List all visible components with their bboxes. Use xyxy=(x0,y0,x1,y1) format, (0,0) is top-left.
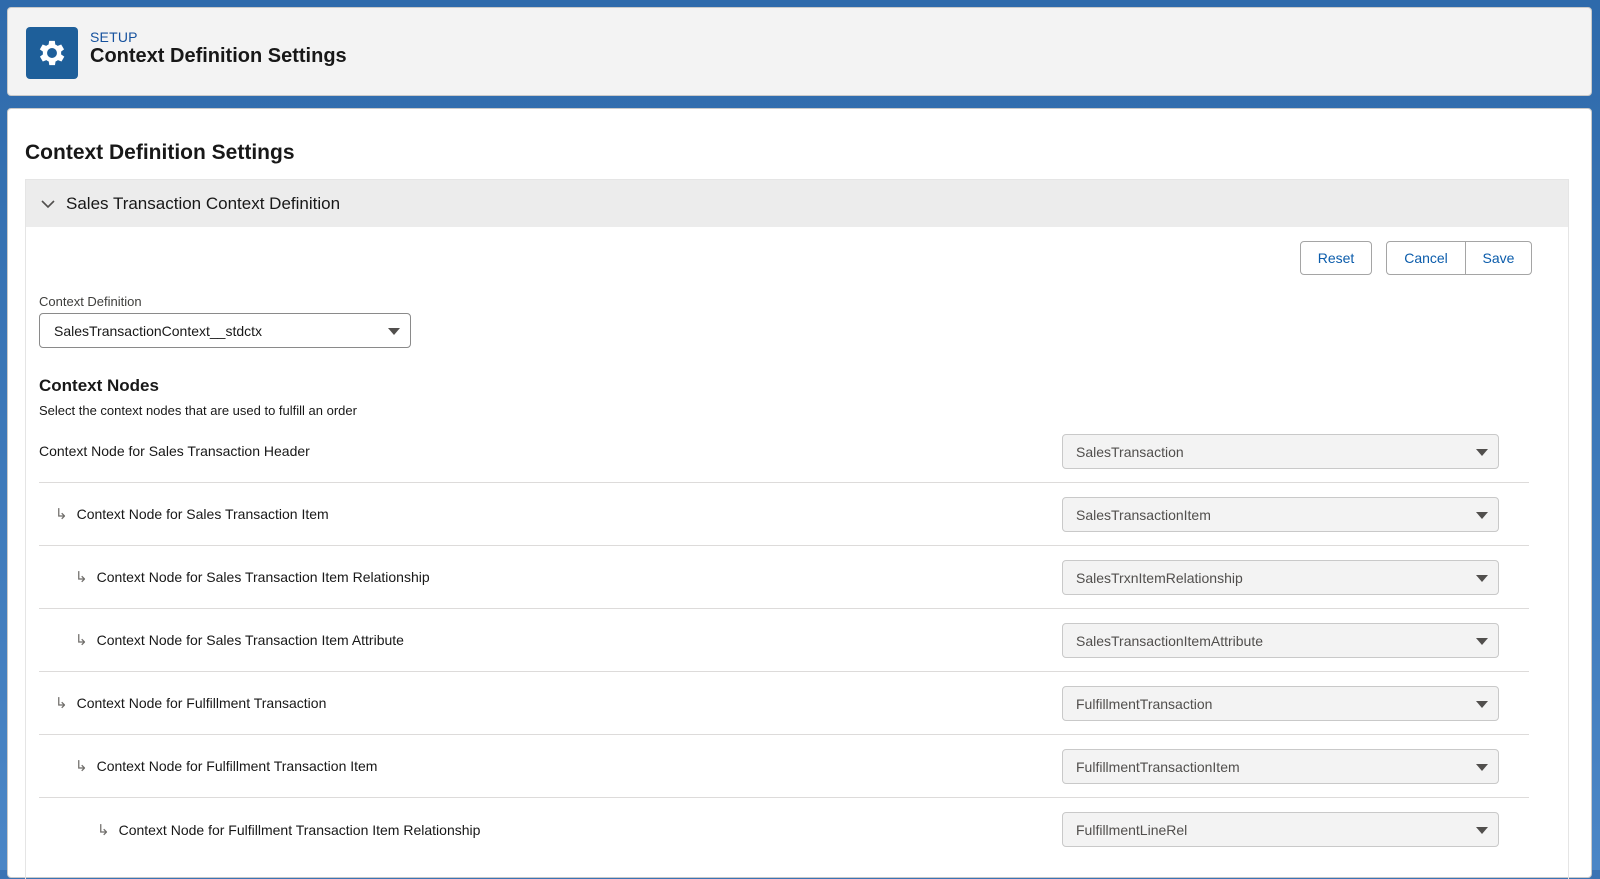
context-definition-value: SalesTransactionContext__stdctx xyxy=(54,322,263,339)
context-node-label: Context Node for Fulfillment Transaction… xyxy=(96,758,378,774)
context-node-label: Context Node for Sales Transaction Item xyxy=(76,506,329,522)
context-node-value: FulfillmentLineRel xyxy=(1076,821,1188,838)
context-node-row: ↳ Context Node for Sales Transaction Ite… xyxy=(39,609,1529,672)
context-definition-select[interactable]: SalesTransactionContext__stdctx xyxy=(39,313,411,348)
dropdown-caret-icon xyxy=(1476,637,1488,645)
child-arrow-icon: ↳ xyxy=(97,821,110,839)
page-title: Context Definition Settings xyxy=(25,141,295,164)
context-node-row: ↳ Context Node for Sales Transaction Ite… xyxy=(39,546,1529,609)
dropdown-caret-icon xyxy=(1476,700,1488,708)
child-arrow-icon: ↳ xyxy=(75,758,88,775)
child-arrow-icon: ↳ xyxy=(55,506,68,523)
context-node-select[interactable]: SalesTransactionItem xyxy=(1062,497,1499,532)
save-button[interactable]: Save xyxy=(1465,241,1532,275)
context-definition-label: Context Definition xyxy=(39,294,142,309)
context-node-label: Context Node for Sales Transaction Heade… xyxy=(39,443,310,459)
context-node-row: Context Node for Sales Transaction Heade… xyxy=(39,420,1529,483)
context-node-label: Context Node for Fulfillment Transaction… xyxy=(118,821,481,838)
context-node-select[interactable]: SalesTransactionItemAttribute xyxy=(1062,623,1499,658)
settings-panel: Context Definition Settings Sales Transa… xyxy=(7,108,1592,879)
gear-icon xyxy=(26,27,78,79)
context-nodes-title: Context Nodes xyxy=(39,376,159,395)
cancel-button[interactable]: Cancel xyxy=(1386,241,1466,275)
context-definition-section: Sales Transaction Context Definition Res… xyxy=(25,179,1569,879)
context-node-label: Context Node for Sales Transaction Item … xyxy=(96,569,430,585)
context-nodes-subtitle: Select the context nodes that are used t… xyxy=(39,403,357,418)
context-node-value: SalesTransactionItem xyxy=(1076,506,1211,523)
dropdown-caret-icon xyxy=(1476,511,1488,519)
dropdown-caret-icon xyxy=(1476,826,1488,834)
section-header-toggle[interactable]: Sales Transaction Context Definition xyxy=(26,180,1568,227)
context-node-value: SalesTransaction xyxy=(1076,443,1184,460)
context-node-row: ↳ Context Node for Sales Transaction Ite… xyxy=(39,483,1529,546)
context-node-select[interactable]: SalesTransaction xyxy=(1062,434,1499,469)
context-node-value: FulfillmentTransactionItem xyxy=(1076,758,1240,775)
dropdown-caret-icon xyxy=(1476,763,1488,771)
child-arrow-icon: ↳ xyxy=(75,569,88,586)
context-node-select[interactable]: SalesTrxnItemRelationship xyxy=(1062,560,1499,595)
context-node-value: SalesTrxnItemRelationship xyxy=(1076,569,1243,586)
reset-button[interactable]: Reset xyxy=(1300,241,1372,275)
setup-header: SETUP Context Definition Settings xyxy=(7,7,1592,96)
child-arrow-icon: ↳ xyxy=(55,695,68,712)
context-node-value: FulfillmentTransaction xyxy=(1076,695,1213,712)
context-node-row: ↳ Context Node for Fulfillment Transacti… xyxy=(39,798,1529,861)
section-title: Sales Transaction Context Definition xyxy=(66,193,341,213)
context-node-select[interactable]: FulfillmentTransaction xyxy=(1062,686,1499,721)
context-node-label: Context Node for Sales Transaction Item … xyxy=(96,632,404,648)
dropdown-caret-icon xyxy=(1476,574,1488,582)
context-node-select[interactable]: FulfillmentLineRel xyxy=(1062,812,1499,847)
context-node-label: Context Node for Fulfillment Transaction xyxy=(76,695,327,711)
context-node-value: SalesTransactionItemAttribute xyxy=(1076,632,1264,649)
breadcrumb-setup: SETUP xyxy=(90,29,138,45)
chevron-down-icon xyxy=(41,199,55,208)
dropdown-caret-icon xyxy=(388,327,400,335)
dropdown-caret-icon xyxy=(1476,448,1488,456)
context-node-select[interactable]: FulfillmentTransactionItem xyxy=(1062,749,1499,784)
header-title: Context Definition Settings xyxy=(90,45,347,67)
context-node-row: ↳ Context Node for Fulfillment Transacti… xyxy=(39,672,1529,735)
context-node-row: ↳ Context Node for Fulfillment Transacti… xyxy=(39,735,1529,798)
child-arrow-icon: ↳ xyxy=(75,632,88,649)
